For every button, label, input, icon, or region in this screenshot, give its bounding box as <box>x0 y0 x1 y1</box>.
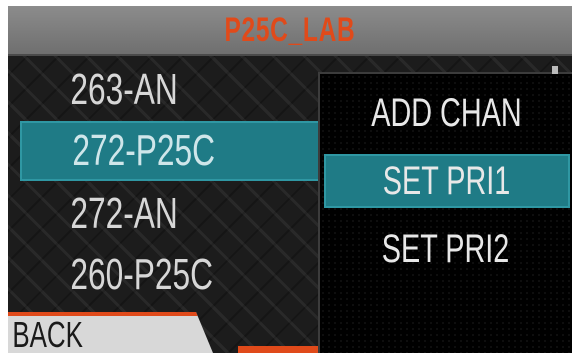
menu-item-set-pri1[interactable]: SET PRI1 <box>324 154 570 208</box>
channel-item[interactable]: 260-P25C <box>20 245 320 305</box>
radio-display: P25C_LAB 263-AN 272-P25C 272-AN 260-P25C… <box>8 6 572 353</box>
scroll-indicator <box>552 66 558 74</box>
options-menu: ADD CHAN SET PRI1 SET PRI2 <box>318 66 572 353</box>
channel-item[interactable]: 263-AN <box>20 60 320 120</box>
zone-title: P25C_LAB <box>224 10 356 49</box>
channel-item-selected[interactable]: 272-P25C <box>20 121 320 181</box>
menu-item-label: SET PRI2 <box>382 226 510 271</box>
channel-item[interactable]: 272-AN <box>20 184 320 244</box>
menu-item-label: SET PRI1 <box>383 158 511 203</box>
menu-item-set-pri2[interactable]: SET PRI2 <box>324 222 568 276</box>
channel-label: 272-P25C <box>72 126 216 175</box>
back-button-label: BACK <box>12 313 83 353</box>
back-button[interactable]: BACK <box>8 312 213 353</box>
channel-label: 260-P25C <box>70 250 214 299</box>
softkey-accent <box>238 346 318 353</box>
channel-label: 263-AN <box>70 65 178 114</box>
menu-item-label: ADD CHAN <box>370 90 522 135</box>
channel-label: 272-AN <box>70 189 178 238</box>
menu-item-add-chan[interactable]: ADD CHAN <box>324 86 568 140</box>
title-bar: P25C_LAB <box>8 6 572 56</box>
